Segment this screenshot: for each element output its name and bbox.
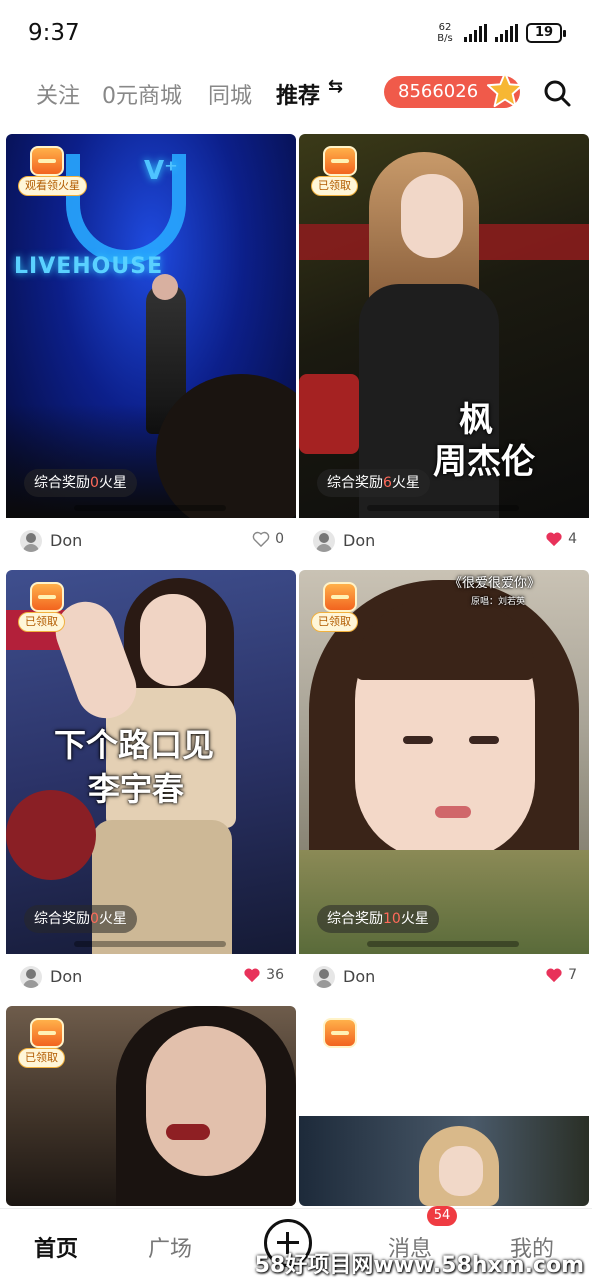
reward-info: 综合奖励0火星 — [24, 905, 137, 933]
battery-icon: 19 — [526, 23, 566, 43]
tab-nearby[interactable]: 同城 — [208, 78, 252, 110]
avatar[interactable] — [20, 530, 42, 552]
reward-info: 综合奖励6火星 — [317, 469, 430, 497]
network-speed: 62 B/s — [437, 22, 453, 44]
card-footer: Don 0 — [6, 518, 296, 566]
reward-badge[interactable]: 已领取 — [18, 582, 78, 632]
heart-filled-icon — [546, 968, 562, 983]
reward-badge[interactable]: 观看领火星 — [18, 146, 87, 196]
signal-icon — [464, 24, 487, 42]
heart-outline-icon — [252, 531, 270, 547]
switch-icon[interactable]: ⇆ — [328, 76, 343, 97]
video-card[interactable]: 下个路口见 李宇春 已领取 综合奖励0火星 Don 36 — [6, 570, 296, 1002]
reward-badge[interactable] — [311, 1018, 371, 1068]
like-button[interactable]: 7 — [545, 967, 577, 983]
gift-icon — [323, 1018, 357, 1048]
author-name[interactable]: Don — [50, 531, 82, 550]
reward-info: 综合奖励0火星 — [24, 469, 137, 497]
heart-filled-icon — [244, 968, 260, 983]
search-icon[interactable] — [542, 78, 572, 108]
gift-icon — [30, 582, 64, 612]
like-button[interactable]: 0 — [252, 531, 284, 547]
like-button[interactable]: 36 — [243, 967, 284, 983]
reward-progress-bar — [367, 505, 519, 511]
nav-plaza[interactable]: 广场 — [148, 1231, 192, 1263]
like-count: 36 — [266, 967, 284, 983]
signal-icon — [495, 24, 518, 42]
tab-follow[interactable]: 关注 — [36, 78, 80, 110]
gift-icon — [30, 146, 64, 176]
like-count: 0 — [275, 531, 284, 547]
like-button[interactable]: 4 — [545, 531, 577, 547]
card-footer: Don 4 — [299, 518, 589, 566]
reward-progress-bar — [74, 505, 226, 511]
gift-icon — [30, 1018, 64, 1048]
reward-progress-bar — [74, 941, 226, 947]
video-card[interactable]: 枫 周杰伦 已领取 综合奖励6火星 Don 4 — [299, 134, 589, 566]
like-count: 4 — [568, 531, 577, 547]
bottom-nav: 首页 广场 消息 54 我的 58好项目网www.58hxm.com — [0, 1206, 592, 1280]
gift-icon — [323, 582, 357, 612]
points-value: 8566026 — [398, 81, 479, 102]
video-feed[interactable]: V⁺ LIVEHOUSE 观看领火星 综合奖励0火星 Don 0 枫 周杰伦 已… — [0, 130, 592, 1206]
top-nav: 关注 0元商城 同城 推荐 ⇆ 8566026 — [0, 66, 592, 120]
reward-info: 综合奖励10火星 — [317, 905, 439, 933]
video-card[interactable] — [299, 1006, 589, 1206]
like-count: 7 — [568, 967, 577, 983]
author-name[interactable]: Don — [343, 967, 375, 986]
watermark: 58好项目网www.58hxm.com — [254, 1253, 584, 1278]
reward-badge[interactable]: 已领取 — [18, 1018, 78, 1068]
status-bar: 9:37 62 B/s 19 — [0, 0, 592, 66]
tab-zero-yuan-mall[interactable]: 0元商城 — [102, 78, 182, 110]
tab-recommend[interactable]: 推荐 — [276, 78, 320, 110]
points-button[interactable]: 8566026 — [384, 71, 524, 108]
author-name[interactable]: Don — [343, 531, 375, 550]
avatar[interactable] — [313, 530, 335, 552]
reward-badge[interactable]: 已领取 — [311, 582, 371, 632]
gift-icon — [323, 146, 357, 176]
author-name[interactable]: Don — [50, 967, 82, 986]
reward-badge[interactable]: 已领取 — [311, 146, 371, 196]
avatar[interactable] — [313, 966, 335, 988]
reward-progress-bar — [367, 941, 519, 947]
card-footer: Don 36 — [6, 954, 296, 1002]
heart-filled-icon — [546, 532, 562, 547]
video-card[interactable]: 《很爱很爱你》 原唱：刘若英 已领取 综合奖励10火星 Don 7 — [299, 570, 589, 1002]
video-cover[interactable] — [299, 1116, 589, 1206]
status-icons: 62 B/s 19 — [434, 22, 566, 44]
avatar[interactable] — [20, 966, 42, 988]
video-card[interactable]: 已领取 — [6, 1006, 296, 1206]
card-footer: Don 7 — [299, 954, 589, 1002]
nav-home[interactable]: 首页 — [34, 1231, 78, 1263]
star-icon — [486, 71, 524, 108]
status-time: 9:37 — [28, 20, 80, 46]
video-card[interactable]: V⁺ LIVEHOUSE 观看领火星 综合奖励0火星 Don 0 — [6, 134, 296, 566]
message-count-badge: 54 — [427, 1206, 457, 1226]
